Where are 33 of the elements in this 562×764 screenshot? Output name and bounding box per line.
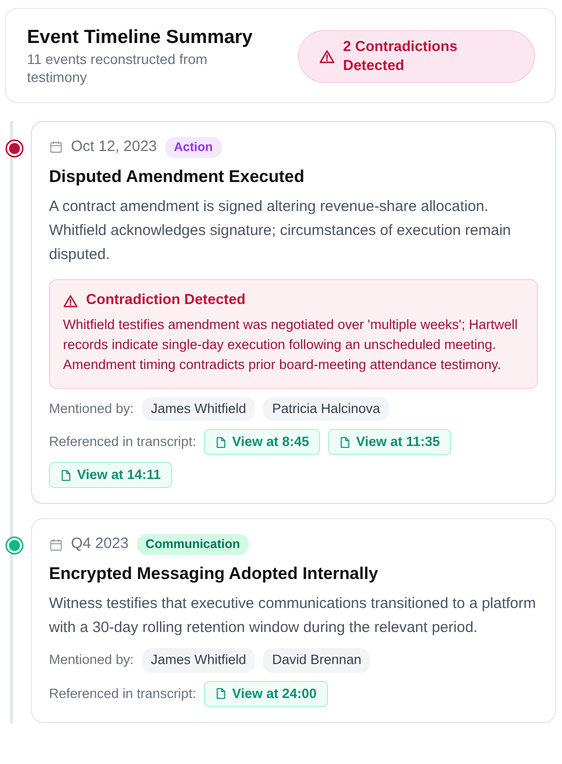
transcript-label: Referenced in transcript: [49, 432, 196, 451]
calendar-icon [49, 538, 63, 552]
contradiction-title: Contradiction Detected [86, 291, 246, 310]
mentioned-label: Mentioned by: [49, 651, 134, 670]
document-icon [215, 687, 228, 700]
event-description: A contract amendment is signed altering revenue-share allocation. Whitfield acknowledges signature; circumstances of execution remain disputed. [49, 197, 512, 266]
transcript-link[interactable]: View at 14:11 [49, 462, 172, 488]
event-title: Disputed Amendment Executed [49, 166, 306, 188]
mentioned-label: Mentioned by: [49, 400, 134, 418]
document-icon [215, 436, 228, 449]
transcript-label: Referenced in transcript: [49, 684, 196, 703]
warning-icon [319, 48, 335, 65]
person-tag: Patricia Halcinova [263, 396, 390, 421]
person-tag: James Whitfield [142, 648, 256, 673]
warning-icon [63, 294, 78, 309]
summary-subtitle: 11 events reconstructed from testimony [27, 50, 208, 86]
category-tag: Action [164, 137, 222, 158]
person-tag: James Whitfield [142, 396, 256, 421]
event-date: Oct 12, 2023 [71, 137, 157, 158]
category-tag: Communication [136, 534, 249, 556]
transcript-link[interactable]: View at 24:00 [204, 680, 328, 707]
person-tag: David Brennan [263, 648, 370, 673]
calendar-icon [49, 140, 63, 154]
transcript-link[interactable]: View at 8:45 [204, 428, 320, 456]
contradiction-text: Whitfield testifies amendment was negotiated over 'multiple weeks'; Hartwell records indicate single-day execution following an unscheduled meeting. Amendment timing contradicts prior board-meeting attendance testimony. [63, 316, 519, 374]
transcript-link[interactable]: View at 11:35 [328, 428, 451, 456]
event-title: Encrypted Messaging Adopted Internally [49, 562, 380, 585]
event-date: Q4 2023 [71, 534, 129, 554]
contradictions-badge: 2 Contradictions Detected [298, 30, 535, 83]
event-description: Witness testifies that executive communications transitioned to a platform with a 30-day rolling retention window during the relevant period. [49, 594, 537, 638]
summary-title: Event Timeline Summary [27, 27, 254, 50]
document-icon [339, 436, 352, 449]
document-icon [60, 468, 72, 482]
